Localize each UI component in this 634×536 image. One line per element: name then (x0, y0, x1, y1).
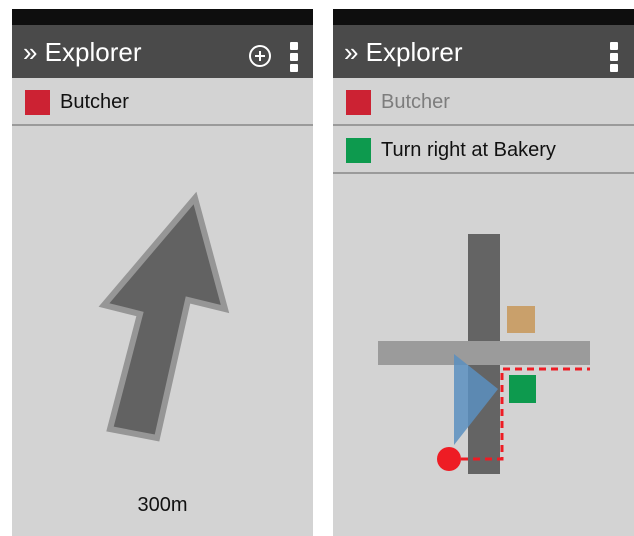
navigation-screen-map: » Explorer Butcher Turn right at Bakery (333, 9, 634, 536)
current-position-marker (437, 447, 461, 471)
route-map (378, 234, 590, 474)
add-circle-icon[interactable] (249, 45, 271, 67)
building-tan (507, 306, 535, 333)
instruction-color-swatch (346, 138, 371, 163)
status-bar (333, 9, 634, 25)
instruction-label: Turn right at Bakery (381, 139, 556, 161)
app-bar: » Explorer (12, 25, 313, 78)
distance-label: 300m (137, 494, 188, 516)
destination-label: Butcher (60, 91, 129, 113)
more-vert-icon[interactable] (290, 42, 298, 72)
bakery-building (509, 375, 536, 403)
direction-arrow-icon (98, 191, 230, 442)
navigation-screen-arrow: » Explorer Butcher 300m (12, 9, 313, 536)
app-title: » Explorer (23, 37, 142, 67)
destination-row[interactable]: Butcher (333, 78, 634, 126)
app-title: » Explorer (344, 37, 463, 67)
status-bar (12, 9, 313, 25)
destination-color-swatch (25, 90, 50, 115)
instruction-row[interactable]: Turn right at Bakery (333, 126, 634, 174)
road-horizontal (378, 341, 590, 365)
destination-row[interactable]: Butcher (12, 78, 313, 126)
destination-color-swatch (346, 90, 371, 115)
more-vert-icon[interactable] (610, 42, 618, 72)
destination-label: Butcher (381, 91, 450, 113)
app-bar: » Explorer (333, 25, 634, 78)
